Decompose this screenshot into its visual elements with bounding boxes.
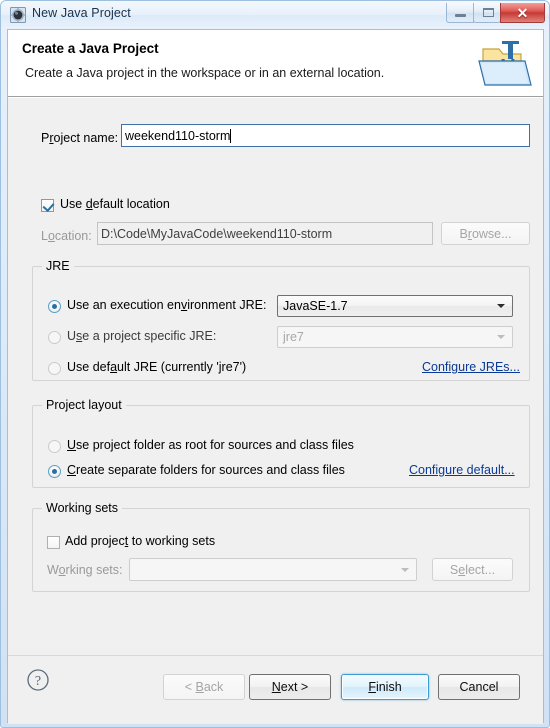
wizard-body: Project name: weekend110-storm Use defau… — [8, 98, 543, 655]
radio-project-folder-root[interactable] — [48, 440, 61, 453]
add-project-to-working-sets-checkbox[interactable] — [47, 536, 60, 549]
configure-jres-link[interactable]: Configure JREs... — [422, 360, 520, 374]
svg-text:?: ? — [35, 674, 41, 689]
page-title: Create a Java Project — [22, 41, 159, 56]
location-value: D:\Code\MyJavaCode\weekend110-storm — [101, 226, 333, 241]
radio-execution-environment-jre-label: Use an execution environment JRE: — [67, 298, 267, 312]
project-layout-group: Project layout Use project folder as roo… — [32, 398, 530, 488]
java-project-folder-icon — [475, 33, 535, 91]
finish-button[interactable]: Finish — [341, 674, 429, 700]
radio-execution-environment-jre[interactable] — [48, 300, 61, 313]
wizard-header: Create a Java Project Create a Java proj… — [8, 30, 543, 97]
chevron-down-icon — [497, 304, 505, 308]
execution-environment-value: JavaSE-1.7 — [283, 299, 348, 313]
jre-group-title: JRE — [42, 259, 74, 273]
project-name-input[interactable]: weekend110-storm — [121, 124, 530, 147]
project-specific-jre-value: jre7 — [283, 330, 304, 344]
radio-default-jre[interactable] — [48, 362, 61, 375]
radio-project-specific-jre-label: Use a project specific JRE: — [67, 329, 217, 343]
chevron-down-icon — [401, 567, 409, 572]
maximize-button[interactable] — [473, 3, 501, 23]
close-button[interactable]: ✕ — [500, 3, 545, 23]
chevron-down-icon — [497, 335, 505, 339]
add-project-to-working-sets-label: Add project to working sets — [65, 534, 216, 548]
dialog-footer: ? < Back Next > Finish Cancel — [8, 655, 543, 724]
finish-button-label: Finish — [368, 680, 402, 694]
cancel-button[interactable]: Cancel — [438, 674, 520, 700]
back-button-label: < Back — [184, 680, 224, 694]
next-button[interactable]: Next > — [249, 674, 331, 700]
radio-project-specific-jre[interactable] — [48, 331, 61, 344]
window-controls: ✕ — [446, 3, 545, 24]
radio-separate-folders[interactable] — [48, 465, 61, 478]
select-working-sets-button[interactable]: Select... — [432, 558, 513, 581]
execution-environment-combo[interactable]: JavaSE-1.7 — [277, 295, 513, 317]
use-default-location-label: Use default location — [60, 197, 170, 211]
dialog-client-area: Create a Java Project Create a Java proj… — [7, 29, 544, 724]
text-caret — [230, 128, 232, 143]
radio-default-jre-label: Use default JRE (currently 'jre7') — [67, 360, 247, 374]
help-question-icon[interactable]: ? — [26, 668, 50, 692]
jre-group: JRE Use an execution environment JRE: Ja… — [32, 259, 530, 381]
working-sets-group: Working sets Add project to working sets… — [32, 501, 530, 592]
location-label: Location: — [41, 229, 92, 243]
browse-button-label: Browse... — [459, 226, 512, 241]
radio-separate-folders-label: Create separate folders for sources and … — [67, 463, 345, 477]
location-input[interactable]: D:\Code\MyJavaCode\weekend110-storm — [97, 222, 433, 245]
dialog-window: New Java Project ✕ Create a Java Project… — [0, 0, 550, 728]
next-button-label: Next > — [271, 680, 309, 694]
cancel-button-label: Cancel — [459, 680, 499, 694]
browse-button[interactable]: Browse... — [441, 222, 530, 245]
page-subtitle: Create a Java project in the workspace o… — [25, 66, 385, 80]
eclipse-gear-icon — [10, 7, 26, 23]
title-bar: New Java Project ✕ — [1, 1, 549, 29]
configure-default-link[interactable]: Configure default... — [409, 463, 515, 477]
minimize-button[interactable] — [446, 3, 474, 23]
radio-project-folder-root-label: Use project folder as root for sources a… — [67, 438, 354, 452]
back-button[interactable]: < Back — [163, 674, 245, 700]
close-icon: ✕ — [516, 4, 529, 21]
working-sets-combo[interactable] — [129, 558, 417, 581]
minimize-icon — [455, 14, 466, 17]
window-title: New Java Project — [32, 6, 131, 20]
project-name-value: weekend110-storm — [125, 128, 231, 143]
use-default-location-checkbox[interactable] — [41, 199, 54, 212]
project-layout-group-title: Project layout — [42, 398, 126, 412]
select-button-label: Select... — [449, 562, 496, 577]
project-name-label: Project name: — [41, 131, 119, 145]
maximize-icon — [483, 8, 494, 17]
project-specific-jre-combo[interactable]: jre7 — [277, 326, 513, 348]
working-sets-group-title: Working sets — [42, 501, 123, 515]
working-sets-field-label: Working sets: — [47, 563, 123, 577]
